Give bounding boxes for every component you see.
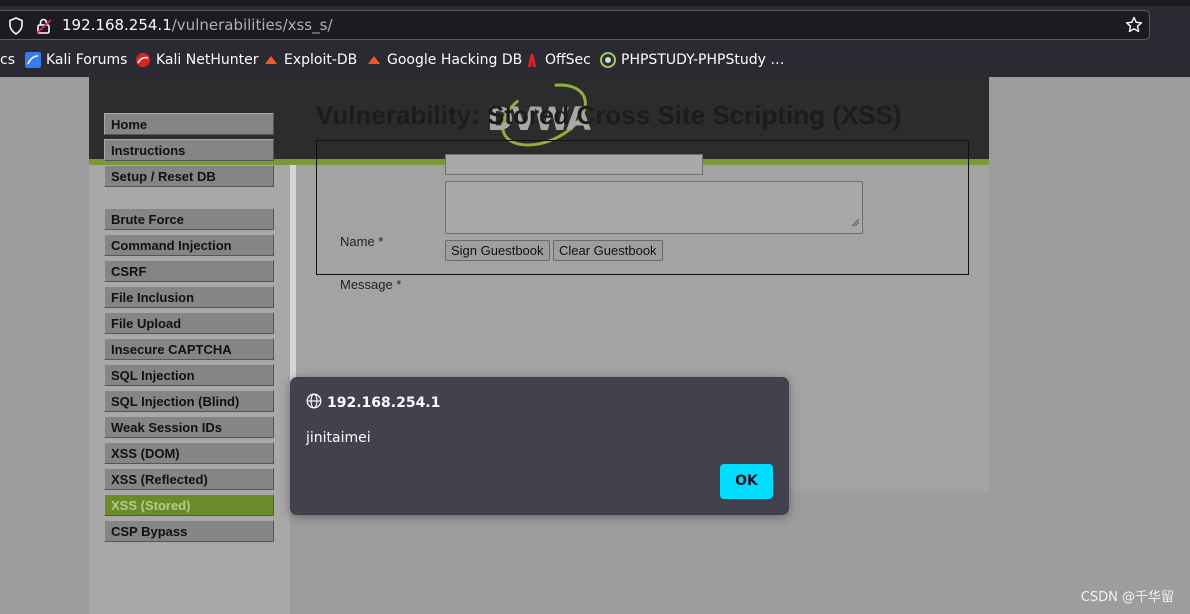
ghdb-icon <box>366 52 382 68</box>
offsec-icon <box>524 52 540 68</box>
menu-item-file-inclusion[interactable]: File Inclusion <box>104 286 274 308</box>
sign-guestbook-button[interactable]: Sign Guestbook <box>445 240 550 261</box>
exploit-db-icon <box>263 52 279 68</box>
alert-dialog: 192.168.254.1 jinitaimei OK <box>290 377 789 515</box>
dialog-message: jinitaimei <box>306 430 371 446</box>
bookmark-offsec[interactable]: OffSec <box>524 52 591 68</box>
bookmarks-toolbar: cs Kali Forums Kali NetHunter Exploit-DB… <box>0 44 1190 77</box>
url-text[interactable]: 192.168.254.1/vulnerabilities/xss_s/ <box>62 16 333 34</box>
bookmark-google-hacking-db[interactable]: Google Hacking DB <box>366 52 522 68</box>
name-input[interactable] <box>445 154 703 175</box>
menu-item-brute-force[interactable]: Brute Force <box>104 208 274 230</box>
tracking-protection-shield-icon[interactable] <box>8 17 24 39</box>
bookmark-star-icon[interactable] <box>1125 16 1143 38</box>
watermark: CSDN @千华留 <box>1080 590 1174 605</box>
menu-item-xss-reflected[interactable]: XSS (Reflected) <box>104 468 274 490</box>
dialog-origin: 192.168.254.1 <box>327 395 441 411</box>
resize-grip-icon[interactable] <box>851 212 860 231</box>
navigation-toolbar: 192.168.254.1/vulnerabilities/xss_s/ <box>0 6 1190 44</box>
name-label: Name * <box>340 234 384 249</box>
menu-item-file-upload[interactable]: File Upload <box>104 312 274 334</box>
url-host: 192.168.254.1 <box>62 16 172 34</box>
globe-icon <box>306 393 322 413</box>
ok-button[interactable]: OK <box>720 464 773 499</box>
kali-forums-icon <box>25 52 41 68</box>
dialog-title: 192.168.254.1 <box>306 393 440 413</box>
bookmark-kali-nethunter[interactable]: Kali NetHunter <box>135 52 258 68</box>
message-textarea[interactable] <box>445 181 863 234</box>
menu-item-insecure-captcha[interactable]: Insecure CAPTCHA <box>104 338 274 360</box>
bookmark-phpstudy[interactable]: PHPSTUDY-PHPStudy … <box>600 52 784 68</box>
menu-item-csp-bypass[interactable]: CSP Bypass <box>104 520 274 542</box>
page-title: Vulnerability: Stored Cross Site Scripti… <box>316 100 902 130</box>
menu-item-command-injection[interactable]: Command Injection <box>104 234 274 256</box>
bookmark-partial[interactable]: cs <box>0 52 15 68</box>
url-path: /vulnerabilities/xss_s/ <box>171 16 333 34</box>
menu-item-csrf[interactable]: CSRF <box>104 260 274 282</box>
message-label: Message * <box>340 277 402 292</box>
menu-item-xss-stored[interactable]: XSS (Stored) <box>104 494 274 516</box>
bookmark-kali-forums[interactable]: Kali Forums <box>25 52 127 68</box>
menu-item-weak-session-ids[interactable]: Weak Session IDs <box>104 416 274 438</box>
menu-item-sql-injection-blind[interactable]: SQL Injection (Blind) <box>104 390 274 412</box>
menu-item-home[interactable]: Home <box>104 113 274 135</box>
menu-item-xss-dom[interactable]: XSS (DOM) <box>104 442 274 464</box>
kali-nethunter-icon <box>135 52 151 68</box>
menu-item-setup-reset-db[interactable]: Setup / Reset DB <box>104 165 274 187</box>
bookmark-exploit-db[interactable]: Exploit-DB <box>263 52 357 68</box>
phpstudy-icon <box>600 52 616 68</box>
clear-guestbook-button[interactable]: Clear Guestbook <box>553 240 663 261</box>
address-bar[interactable]: 192.168.254.1/vulnerabilities/xss_s/ <box>0 10 1150 40</box>
menu-item-instructions[interactable]: Instructions <box>104 139 274 161</box>
menu-item-sql-injection[interactable]: SQL Injection <box>104 364 274 386</box>
insecure-lock-icon[interactable] <box>35 17 53 39</box>
